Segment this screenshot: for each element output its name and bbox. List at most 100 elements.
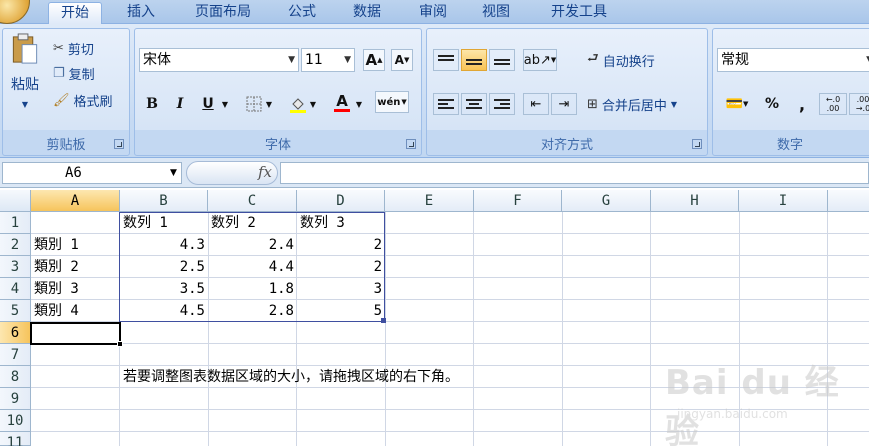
increase-indent-button[interactable]: ⇥ [551, 93, 577, 115]
cell-a5[interactable]: 類別 4 [31, 300, 120, 322]
row-header-6[interactable]: 6 [0, 322, 31, 344]
gridline [385, 212, 386, 446]
row-header-9[interactable]: 9 [0, 388, 31, 410]
copy-button[interactable]: ❐ 复制 [53, 62, 95, 84]
column-header-c[interactable]: C [208, 190, 297, 212]
row-header-4[interactable]: 4 [0, 278, 31, 300]
wrap-text-label: 自动换行 [602, 54, 655, 70]
column-header-g[interactable]: G [562, 190, 651, 212]
row-header-10[interactable]: 10 [0, 410, 31, 432]
tab-view[interactable]: 视图 [476, 2, 516, 24]
align-right-button[interactable] [489, 93, 515, 115]
active-cell-a6[interactable] [30, 322, 121, 345]
formula-input[interactable] [280, 162, 869, 184]
underline-dropdown-icon[interactable]: ▼ [219, 93, 231, 115]
grow-font-icon: A [365, 51, 378, 69]
align-left-button[interactable] [433, 93, 459, 115]
row-header-7[interactable]: 7 [0, 344, 31, 366]
column-header-d[interactable]: D [297, 190, 385, 212]
tab-developer[interactable]: 开发工具 [544, 2, 614, 24]
merge-cells-icon: ⊞ [587, 96, 598, 112]
tab-page-layout[interactable]: 页面布局 [188, 2, 258, 24]
underline-button[interactable]: U [197, 93, 219, 115]
borders-button[interactable] [243, 93, 265, 115]
column-header-next[interactable] [828, 190, 869, 212]
paintbrush-icon: 🖌 [53, 92, 70, 108]
fx-icon[interactable]: fx [258, 163, 272, 181]
column-header-a[interactable]: A [31, 190, 120, 212]
align-top-icon [438, 53, 454, 67]
font-name-select[interactable]: 宋体 ▼ [139, 48, 299, 72]
alignment-launcher-icon[interactable] [692, 139, 702, 149]
phonetic-button[interactable]: wén ▼ [375, 91, 409, 113]
orientation-icon: ab↗ [523, 52, 551, 68]
fill-color-button[interactable] [287, 93, 309, 115]
decrease-decimal-button[interactable]: .00 →.0 [849, 93, 869, 115]
tab-data[interactable]: 数据 [345, 2, 389, 24]
formula-bar: A6 ▼ fx [0, 158, 869, 188]
bold-button[interactable]: B [141, 93, 163, 115]
font-launcher-icon[interactable] [406, 139, 416, 149]
tab-formulas[interactable]: 公式 [280, 2, 324, 24]
fill-handle[interactable] [117, 341, 123, 347]
cell-a4[interactable]: 類別 3 [31, 278, 120, 300]
comma-button[interactable]: , [791, 93, 813, 115]
column-header-e[interactable]: E [385, 190, 474, 212]
cell-a2[interactable]: 類別 1 [31, 234, 120, 256]
column-header-b[interactable]: B [120, 190, 208, 212]
row-header-8[interactable]: 8 [0, 366, 31, 388]
tab-home[interactable]: 开始 [48, 2, 102, 25]
italic-button[interactable]: I [169, 93, 191, 115]
row-header-5[interactable]: 5 [0, 300, 31, 322]
orientation-button[interactable]: ab↗ ▼ [523, 49, 557, 71]
align-center-button[interactable] [461, 93, 487, 115]
clipboard-launcher-icon[interactable] [114, 139, 124, 149]
office-button[interactable] [0, 0, 30, 24]
font-color-dropdown-icon[interactable]: ▼ [353, 93, 365, 115]
number-group: 常规 ▼ 💳▼ % , ←.0 .00 .00 →.0 数字 [712, 28, 869, 156]
paint-bucket-icon [290, 98, 306, 113]
alignment-group-label: 对齐方式 [540, 138, 593, 153]
font-name-value: 宋体 [143, 52, 171, 68]
gridline [562, 212, 563, 446]
font-color-button[interactable]: A [331, 91, 353, 113]
borders-dropdown-icon[interactable]: ▼ [263, 93, 275, 115]
cut-button[interactable]: ✂ 剪切 [53, 37, 94, 59]
currency-icon: 💳 [725, 96, 744, 112]
grow-font-button[interactable]: A ▲ [363, 49, 385, 71]
format-painter-button[interactable]: 🖌 格式刷 [53, 89, 113, 111]
font-size-select[interactable]: 11 ▼ [301, 48, 355, 72]
name-box[interactable]: A6 [2, 162, 182, 184]
tab-review[interactable]: 审阅 [413, 2, 453, 24]
increase-decimal-button[interactable]: ←.0 .00 [819, 93, 847, 115]
decrease-indent-button[interactable]: ⇤ [523, 93, 549, 115]
align-top-button[interactable] [433, 49, 459, 71]
tab-insert[interactable]: 插入 [118, 2, 164, 24]
align-bottom-button[interactable] [489, 49, 515, 71]
row-header-11[interactable]: 11 [0, 432, 31, 446]
watermark-url: jingyan.baidu.com [677, 407, 788, 421]
clipboard-group-label: 剪贴板 [46, 138, 86, 153]
clipboard-group: 粘贴 ▼ ✂ 剪切 ❐ 复制 🖌 格式刷 剪贴板 [2, 28, 130, 156]
cell-b8[interactable]: 若要调整图表数据区域的大小，请拖拽区域的右下角。 [120, 366, 580, 388]
currency-button[interactable]: 💳 ▼ [719, 93, 755, 115]
wrap-text-button[interactable]: ⮐ 自动换行 [587, 49, 655, 71]
fill-color-dropdown-icon[interactable]: ▼ [307, 93, 319, 115]
select-all-corner[interactable] [0, 190, 31, 212]
number-format-select[interactable]: 常规 ▼ [717, 48, 869, 72]
align-middle-button[interactable] [461, 49, 487, 71]
merge-center-button[interactable]: ⊞ 合并后居中 ▼ [587, 93, 677, 115]
chevron-down-icon[interactable]: ▼ [170, 162, 182, 184]
column-header-i[interactable]: I [739, 190, 828, 212]
row-header-3[interactable]: 3 [0, 256, 31, 278]
cell-a3[interactable]: 類別 2 [31, 256, 120, 278]
range-resize-handle[interactable] [381, 318, 386, 323]
row-header-2[interactable]: 2 [0, 234, 31, 256]
row-header-1[interactable]: 1 [0, 212, 31, 234]
percent-button[interactable]: % [761, 93, 783, 115]
column-header-f[interactable]: F [474, 190, 562, 212]
chevron-down-icon: ▼ [670, 99, 678, 109]
shrink-font-button[interactable]: A ▼ [391, 49, 413, 71]
column-header-h[interactable]: H [651, 190, 739, 212]
paste-button[interactable]: 粘贴 ▼ [5, 33, 45, 109]
